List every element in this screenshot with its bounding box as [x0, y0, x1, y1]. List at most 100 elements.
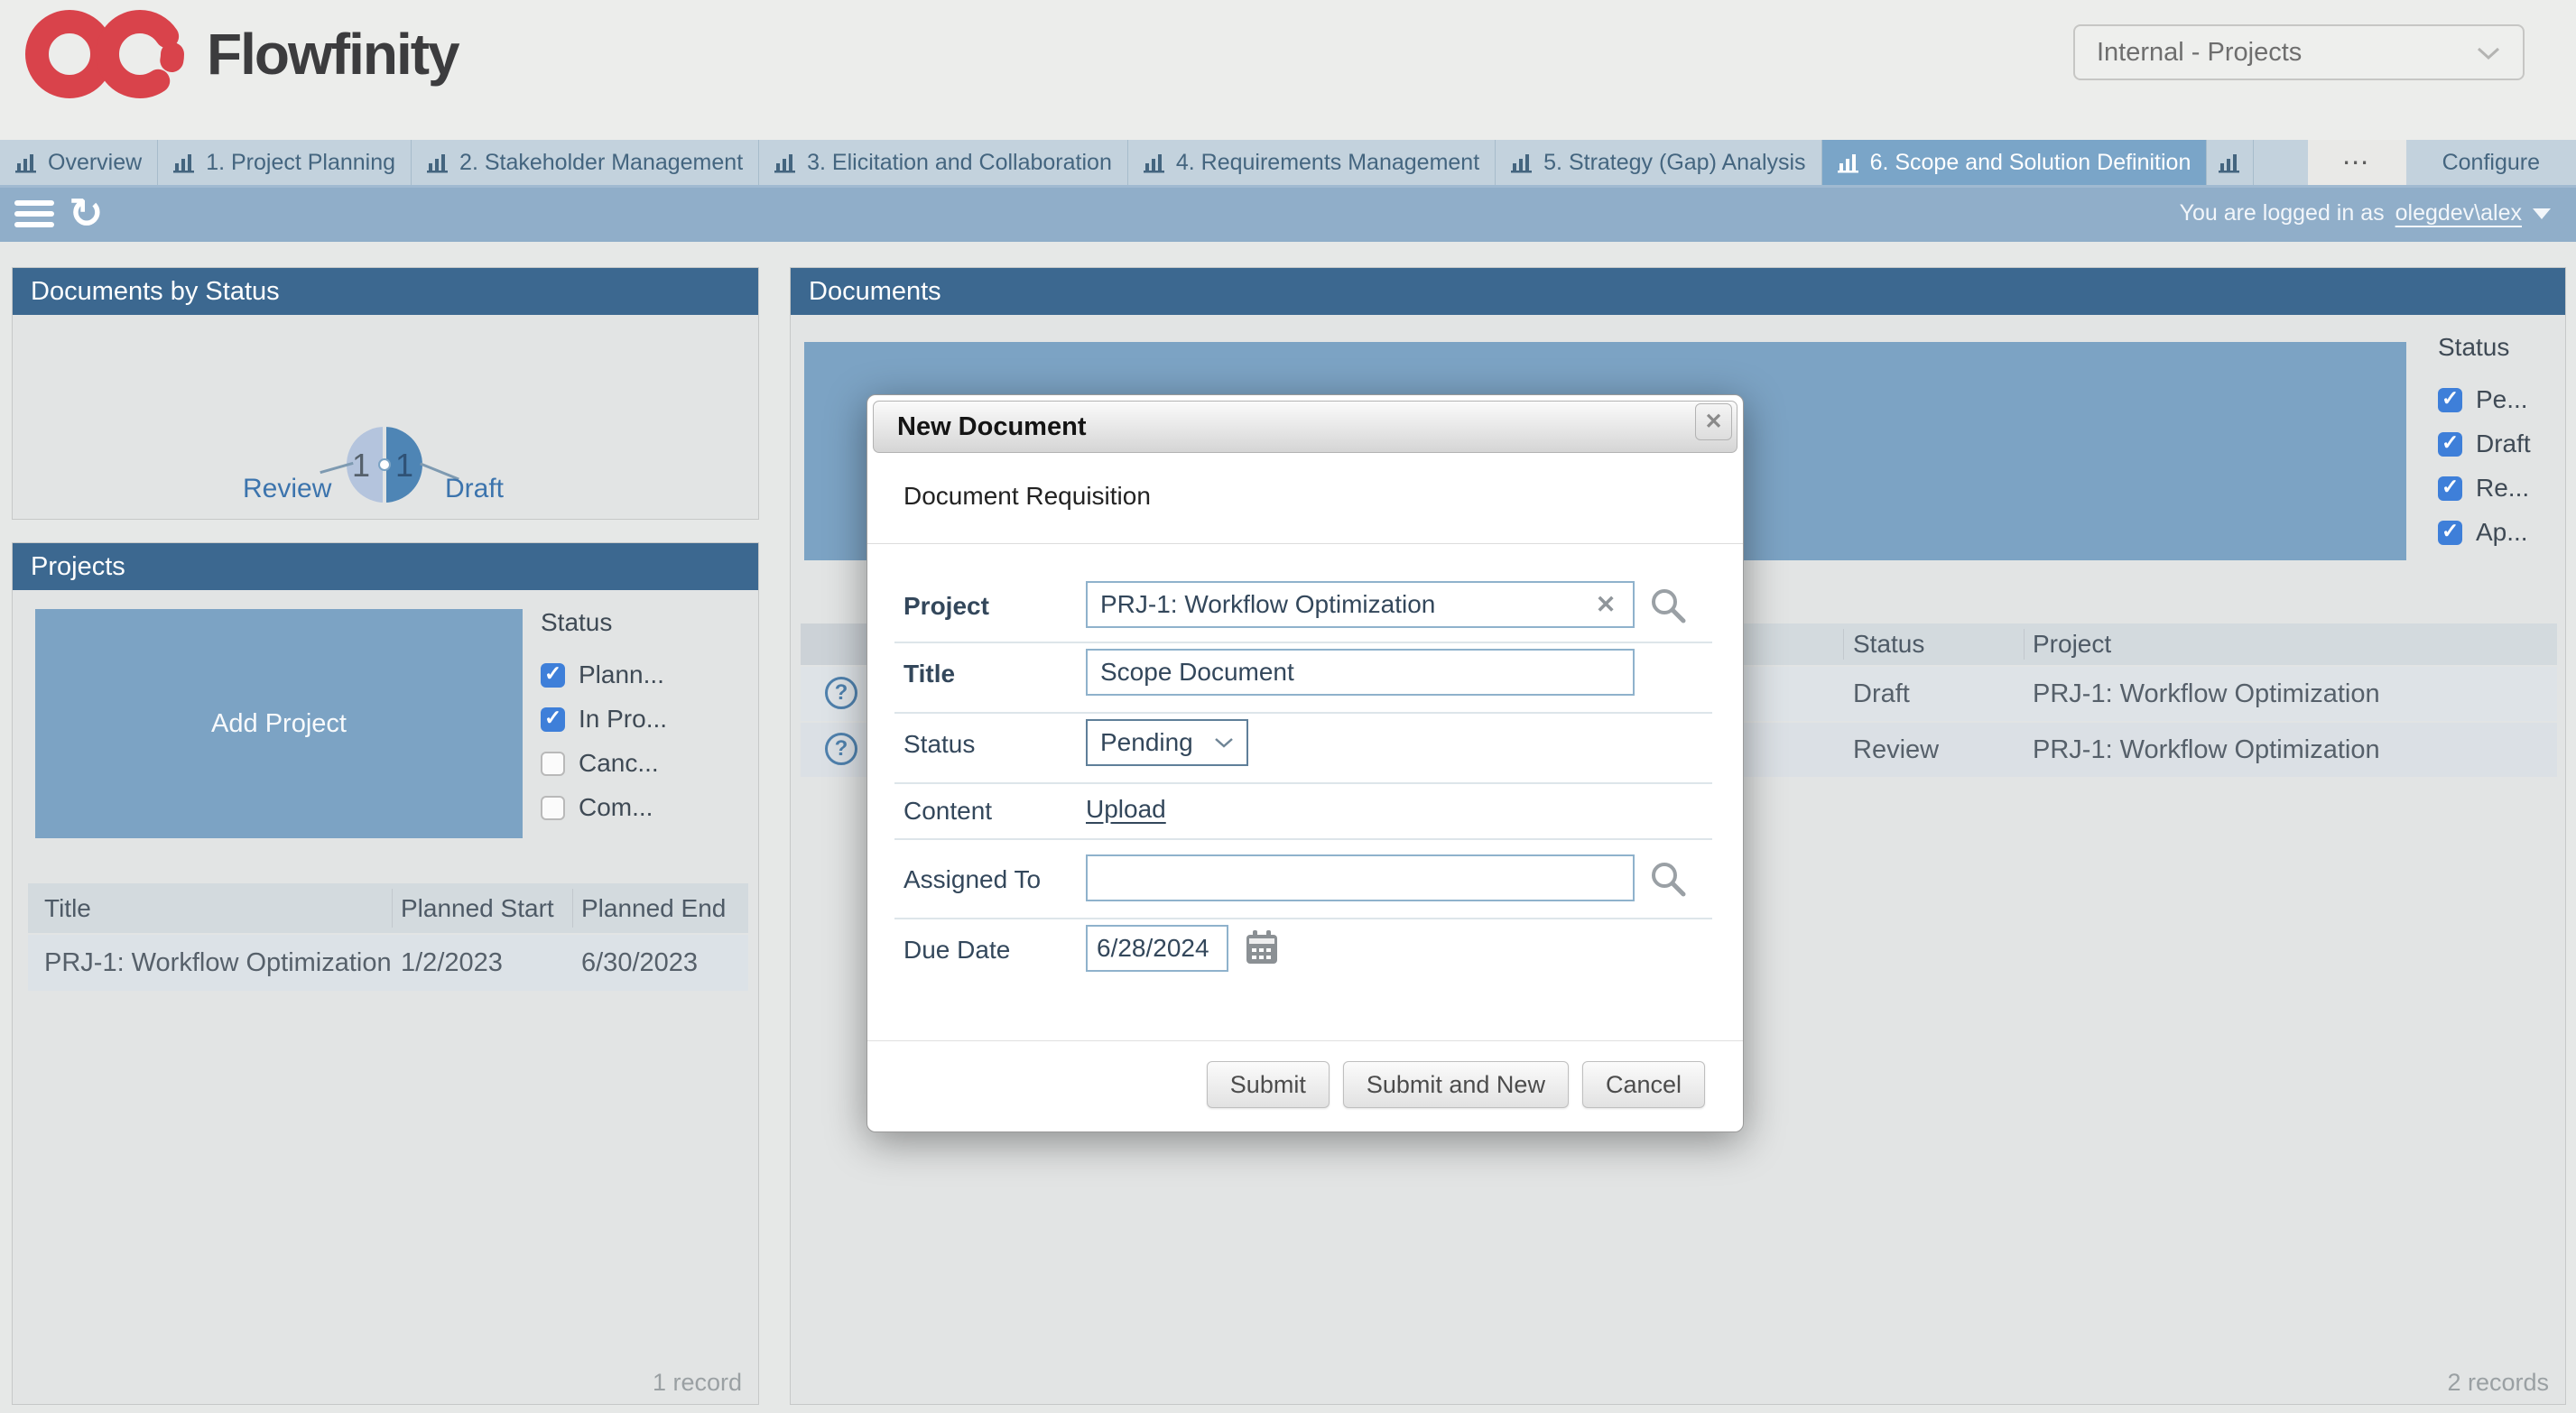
checkbox-unchecked-icon[interactable]: [541, 796, 565, 820]
add-project-label: Add Project: [211, 709, 347, 739]
filter-checkbox-review[interactable]: Re...: [2438, 474, 2529, 503]
column-header-title[interactable]: Title: [44, 883, 396, 933]
bar-chart-icon: [427, 152, 449, 173]
checkbox-label: Re...: [2476, 474, 2529, 503]
column-header-status[interactable]: Status: [1853, 623, 2015, 665]
filter-checkbox-approved[interactable]: Ap...: [2438, 518, 2528, 547]
checkbox-checked-icon[interactable]: [541, 663, 565, 688]
submit-button[interactable]: Submit: [1207, 1061, 1330, 1108]
checkbox-checked-icon[interactable]: [2438, 476, 2462, 501]
tab-project-planning[interactable]: 1. Project Planning: [158, 140, 412, 185]
refresh-icon[interactable]: ↻: [69, 189, 104, 237]
column-header-project[interactable]: Project: [2033, 623, 2538, 665]
checkbox-checked-icon[interactable]: [541, 707, 565, 732]
filter-checkbox-planned[interactable]: Plann...: [541, 660, 664, 689]
tab-label: Configure: [2442, 150, 2540, 176]
ellipsis-icon: ⋯: [2342, 147, 2372, 179]
tab-overflow-menu[interactable]: ⋯: [2308, 140, 2406, 185]
add-project-button[interactable]: Add Project: [35, 609, 523, 838]
modal-subtitle: Document Requisition: [903, 482, 1151, 511]
assigned-to-input[interactable]: [1086, 854, 1635, 901]
search-icon[interactable]: [1649, 860, 1687, 902]
question-mark-icon[interactable]: [825, 733, 857, 765]
tab-label: 4. Requirements Management: [1176, 150, 1479, 176]
tab-requirements-management[interactable]: 4. Requirements Management: [1128, 140, 1496, 185]
status-select[interactable]: Pending: [1086, 719, 1248, 766]
search-icon[interactable]: [1649, 586, 1687, 629]
title-input[interactable]: [1086, 649, 1635, 696]
panel-title-text: Documents by Status: [31, 277, 280, 307]
divider: [894, 712, 1712, 714]
tab-label: Overview: [48, 150, 142, 176]
cell-status: Draft: [1853, 667, 2015, 721]
due-date-input[interactable]: [1086, 925, 1228, 972]
project-table-row[interactable]: PRJ-1: Workflow Optimization 1/2/2023 6/…: [28, 935, 748, 991]
project-input[interactable]: [1086, 581, 1635, 628]
cell-project: PRJ-1: Workflow Optimization: [2033, 723, 2538, 777]
login-status: You are logged in as olegdev\alex: [2180, 185, 2551, 242]
modal-button-row: Submit Submit and New Cancel: [1207, 1061, 1705, 1108]
tab-strategy-gap-analysis[interactable]: 5. Strategy (Gap) Analysis: [1496, 140, 1821, 185]
divider: [894, 838, 1712, 840]
upload-link[interactable]: Upload: [1086, 795, 1166, 824]
divider: [894, 918, 1712, 919]
record-count: 1 record: [653, 1369, 742, 1397]
checkbox-checked-icon[interactable]: [2438, 432, 2462, 457]
projects-panel: Projects Add Project Status Plann... In …: [12, 542, 759, 1405]
tab-elicitation-collaboration[interactable]: 3. Elicitation and Collaboration: [759, 140, 1128, 185]
filter-checkbox-cancelled[interactable]: Canc...: [541, 749, 659, 778]
status-filter-label: Status: [2438, 333, 2509, 362]
documents-by-status-panel: Documents by Status 1 1 Review Draft: [12, 267, 759, 520]
checkbox-checked-icon[interactable]: [2438, 521, 2462, 545]
tab-overview[interactable]: Overview: [0, 140, 158, 185]
checkbox-label: Plann...: [579, 660, 664, 689]
content-field-label: Content: [903, 797, 992, 826]
menu-icon[interactable]: [14, 200, 54, 227]
question-mark-icon[interactable]: [825, 677, 857, 709]
bar-chart-icon: [2219, 152, 2241, 173]
workspace-selector[interactable]: Internal - Projects: [2073, 24, 2525, 80]
filter-checkbox-completed[interactable]: Com...: [541, 793, 653, 822]
due-date-field-label: Due Date: [903, 936, 1010, 965]
divider: [894, 782, 1712, 784]
login-prefix: You are logged in as: [2180, 200, 2385, 226]
checkbox-unchecked-icon[interactable]: [541, 752, 565, 776]
chevron-down-icon: [1214, 737, 1234, 749]
tab-stakeholder-management[interactable]: 2. Stakeholder Management: [412, 140, 759, 185]
modal-titlebar[interactable]: New Document: [873, 401, 1737, 453]
tab-label: 3. Elicitation and Collaboration: [807, 150, 1112, 176]
tab-label: 1. Project Planning: [206, 150, 395, 176]
tab-scope-solution-definition[interactable]: 6. Scope and Solution Definition: [1822, 140, 2208, 185]
projects-table-header: Title Planned Start Planned End: [28, 883, 748, 933]
cancel-button[interactable]: Cancel: [1582, 1061, 1705, 1108]
submit-and-new-button[interactable]: Submit and New: [1343, 1061, 1569, 1108]
bar-chart-icon: [774, 152, 797, 173]
divider: [867, 543, 1743, 544]
pie-label-review: Review: [243, 474, 331, 504]
column-header-planned-end[interactable]: Planned End: [581, 883, 744, 933]
panel-title-text: Documents: [809, 277, 941, 307]
assigned-to-field-label: Assigned To: [903, 865, 1041, 894]
tab-configure[interactable]: Configure: [2406, 140, 2576, 185]
tab-label: 2. Stakeholder Management: [459, 150, 743, 176]
calendar-icon[interactable]: [1245, 929, 1279, 970]
new-document-modal: New Document Document Requisition Projec…: [866, 394, 1744, 1132]
filter-checkbox-draft[interactable]: Draft: [2438, 429, 2531, 458]
pie-center-dot-icon: [378, 458, 391, 471]
checkbox-checked-icon[interactable]: [2438, 388, 2462, 412]
caret-down-icon[interactable]: [2533, 208, 2551, 219]
tab-truncated[interactable]: [2207, 140, 2254, 185]
tab-label: 5. Strategy (Gap) Analysis: [1543, 150, 1805, 176]
brand-logo: Flowfinity: [23, 9, 459, 99]
modal-title: New Document: [897, 412, 1086, 442]
pie-value-draft: 1: [395, 447, 413, 485]
filter-checkbox-pending[interactable]: Pe...: [2438, 385, 2528, 414]
filter-checkbox-in-progress[interactable]: In Pro...: [541, 705, 667, 734]
bar-chart-icon: [173, 152, 196, 173]
username-link[interactable]: olegdev\alex: [2395, 200, 2522, 226]
cell-planned-end: 6/30/2023: [581, 935, 744, 991]
close-icon[interactable]: [1695, 403, 1732, 440]
column-header-planned-start[interactable]: Planned Start: [401, 883, 572, 933]
clear-icon[interactable]: [1589, 588, 1622, 621]
divider: [867, 1040, 1743, 1041]
